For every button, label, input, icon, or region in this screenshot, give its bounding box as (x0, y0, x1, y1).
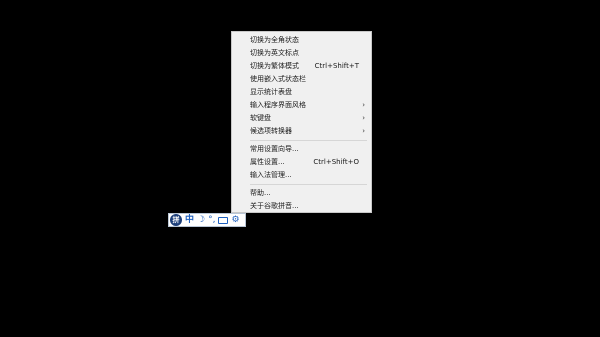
google-pinyin-logo-icon[interactable]: 拼 (170, 214, 182, 226)
menu-item-label: 使用嵌入式状态栏 (250, 75, 306, 83)
menu-item-label: 切换为全角状态 (250, 36, 299, 44)
menu-item-candidate-converter[interactable]: 候选项转换器 › (232, 125, 371, 138)
menu-item-label: 输入法管理... (250, 171, 292, 179)
menu-item-about[interactable]: 关于谷歌拼音... (232, 200, 371, 213)
soft-keyboard-icon[interactable] (218, 217, 229, 224)
menu-separator (250, 184, 367, 185)
ime-toolbar: 拼 中 ☽ °, ⚙ (168, 213, 246, 227)
menu-item-embedded-status-bar[interactable]: 使用嵌入式状态栏 (232, 73, 371, 86)
menu-item-properties[interactable]: 属性设置... Ctrl+Shift+O (232, 156, 371, 169)
menu-item-interface-style[interactable]: 输入程序界面风格 › (232, 99, 371, 112)
menu-item-setup-wizard[interactable]: 常用设置向导... (232, 143, 371, 156)
menu-item-traditional-mode[interactable]: 切换为繁体模式 Ctrl+Shift+T (232, 60, 371, 73)
menu-item-full-width[interactable]: 切换为全角状态 (232, 34, 371, 47)
submenu-arrow-icon: › (362, 101, 365, 109)
menu-item-ime-management[interactable]: 输入法管理... (232, 169, 371, 182)
menu-item-soft-keyboard[interactable]: 软键盘 › (232, 112, 371, 125)
menu-item-label: 常用设置向导... (250, 145, 299, 153)
chinese-mode-icon[interactable]: 中 (185, 214, 194, 226)
punctuation-icon[interactable]: °, (208, 214, 215, 226)
menu-item-label: 切换为英文标点 (250, 49, 299, 57)
desktop-background: 切换为全角状态 切换为英文标点 切换为繁体模式 Ctrl+Shift+T 使用嵌… (0, 0, 600, 337)
submenu-arrow-icon: › (362, 114, 365, 122)
menu-item-label: 帮助... (250, 189, 271, 197)
submenu-arrow-icon: › (362, 127, 365, 135)
settings-gear-icon[interactable]: ⚙ (231, 214, 239, 226)
menu-item-label: 切换为繁体模式 (250, 62, 299, 70)
ime-context-menu: 切换为全角状态 切换为英文标点 切换为繁体模式 Ctrl+Shift+T 使用嵌… (231, 31, 372, 213)
menu-item-shortcut: Ctrl+Shift+O (313, 158, 359, 166)
menu-item-label: 候选项转换器 (250, 127, 292, 135)
menu-item-label: 软键盘 (250, 114, 271, 122)
menu-item-label: 属性设置... (250, 158, 285, 166)
menu-separator (250, 140, 367, 141)
half-width-moon-icon[interactable]: ☽ (197, 214, 205, 226)
menu-item-help[interactable]: 帮助... (232, 187, 371, 200)
menu-item-shortcut: Ctrl+Shift+T (314, 62, 359, 70)
menu-item-label: 关于谷歌拼音... (250, 202, 299, 210)
menu-item-label: 显示统计表盘 (250, 88, 292, 96)
menu-item-label: 输入程序界面风格 (250, 101, 306, 109)
menu-item-english-punctuation[interactable]: 切换为英文标点 (232, 47, 371, 60)
menu-item-statistics-dashboard[interactable]: 显示统计表盘 (232, 86, 371, 99)
